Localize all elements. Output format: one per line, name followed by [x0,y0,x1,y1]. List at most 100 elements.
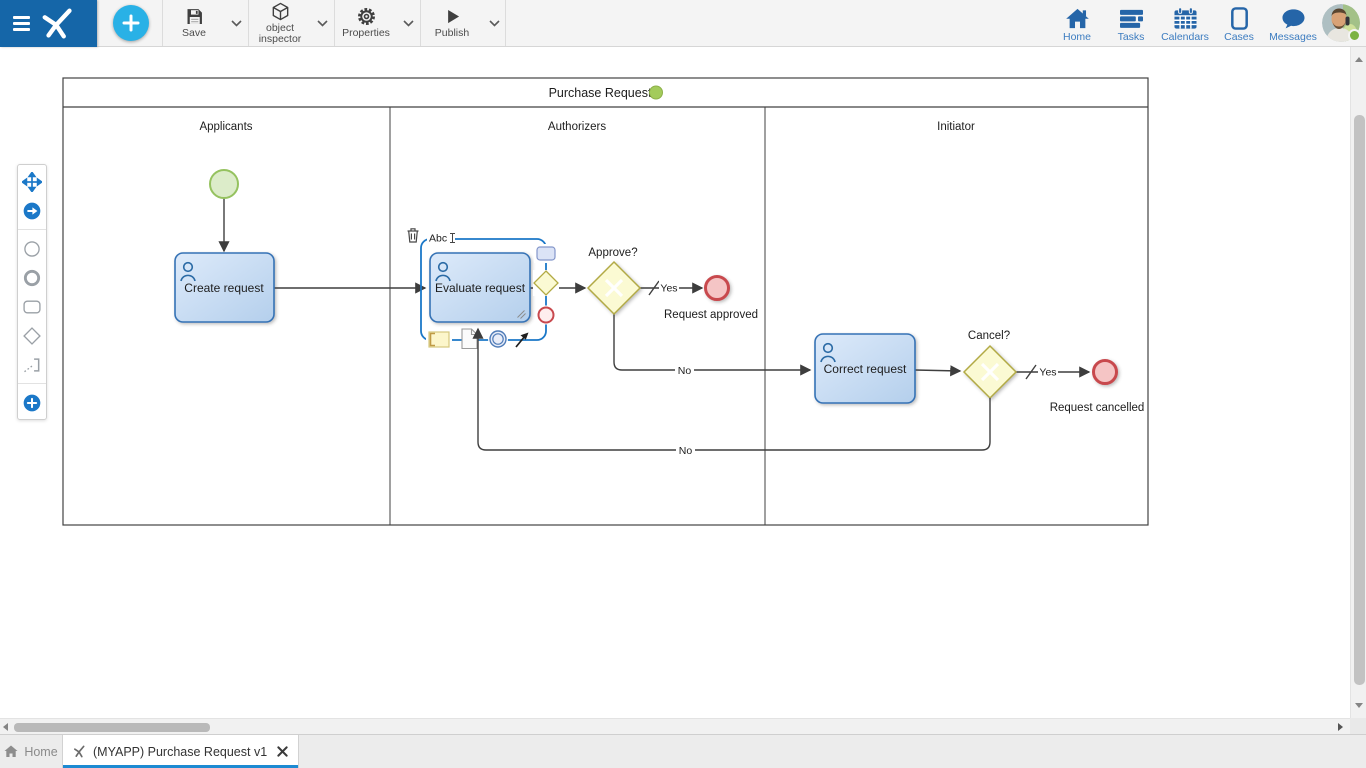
bottom-tab-bar: Home (MYAPP) Purchase Request v1 [0,734,1366,768]
task-label: Correct request [824,362,907,376]
horizontal-scrollbar[interactable] [0,718,1350,734]
end-event-label-approved: Request approved [664,309,758,321]
message-bubble-icon [1281,7,1306,30]
scroll-right-arrow-icon[interactable] [1338,723,1343,731]
close-tab-icon[interactable] [277,746,288,757]
nav-messages[interactable]: Messages [1266,0,1320,47]
plus-icon [121,13,141,33]
palette-sequence-flow-tool[interactable] [21,200,43,221]
chevron-down-icon [231,20,242,27]
nav-messages-label: Messages [1269,31,1317,43]
scroll-left-arrow-icon[interactable] [3,723,8,731]
object-inspector-button[interactable]: object inspector [249,0,311,46]
palette-annotation-tool[interactable] [21,354,43,375]
task-correct-request[interactable]: Correct request [815,334,915,403]
nav-home[interactable]: Home [1050,0,1104,47]
scroll-up-arrow-icon[interactable] [1355,57,1363,62]
task-label: Create request [184,281,264,295]
publish-button[interactable]: Publish [421,0,483,46]
palette-task-tool[interactable] [21,296,43,317]
save-button[interactable]: Save [163,0,225,46]
scrollbar-corner [1350,718,1366,734]
end-event-request-approved[interactable] [706,277,729,300]
lane-label-applicants: Applicants [199,121,252,133]
tab-home[interactable]: Home [0,735,62,768]
object-inspector-dropdown-caret[interactable] [311,0,333,46]
start-event[interactable] [210,170,238,198]
palette-end-event-tool[interactable] [21,267,43,288]
process-icon [73,745,86,758]
nav-cases[interactable]: Cases [1212,0,1266,47]
annotation-icon [22,355,42,375]
vertical-scroll-thumb[interactable] [1354,115,1365,685]
end-event-icon [22,268,42,288]
append-task-icon[interactable] [537,247,555,260]
save-group: Save [162,0,248,46]
gear-icon [356,6,377,27]
tab-purchase-request[interactable]: (MYAPP) Purchase Request v1 [62,735,299,768]
data-object-icon[interactable] [462,329,477,349]
nav-calendars[interactable]: Calendars [1158,0,1212,47]
append-end-event-icon[interactable] [539,308,554,323]
menu-icon[interactable] [13,16,30,31]
intermediate-event-icon[interactable] [490,331,506,347]
bpmn-palette [17,164,47,420]
palette-move-tool[interactable] [21,171,43,192]
bpmn-diagram[interactable]: Purchase Request Applicants Authorizers … [0,47,1350,718]
start-event-icon [22,239,42,259]
properties-dropdown-caret[interactable] [397,0,419,46]
gateway-label-cancel: Cancel? [968,330,1010,342]
object-inspector-group: object inspector [248,0,334,46]
task-create-request[interactable]: Create request [175,253,274,322]
app-logo-icon[interactable] [40,5,78,43]
label-approve-no: No [678,365,692,377]
properties-button[interactable]: Properties [335,0,397,46]
publish-label: Publish [435,28,469,39]
gateway-label-approve: Approve? [588,247,637,259]
home-icon [4,745,18,758]
publish-dropdown-caret[interactable] [483,0,505,46]
save-icon [184,6,205,27]
user-avatar[interactable] [1322,4,1360,42]
cases-icon [1228,7,1251,30]
brand-block [0,0,97,47]
scroll-down-arrow-icon[interactable] [1355,703,1363,708]
pool-status-dot [650,86,663,99]
tab-active-label: (MYAPP) Purchase Request v1 [93,745,267,759]
palette-add-tool[interactable] [21,392,43,413]
label-approve-yes: Yes [660,283,677,295]
diagram-canvas[interactable]: Purchase Request Applicants Authorizers … [0,47,1350,718]
nav-home-label: Home [1063,31,1091,43]
nav-tasks[interactable]: Tasks [1104,0,1158,47]
object-inspector-label: object inspector [250,23,310,45]
top-navigation: Home Tasks Calendars [1050,0,1320,47]
task-label: Evaluate request [435,281,526,295]
palette-start-event-tool[interactable] [21,238,43,259]
palette-gateway-tool[interactable] [21,325,43,346]
lane-label-initiator: Initiator [937,121,975,133]
end-event-request-cancelled[interactable] [1094,361,1117,384]
task-icon [22,297,42,317]
chevron-down-icon [403,20,414,27]
palette-separator [18,229,46,230]
flow-correct-to-cancel[interactable] [915,370,960,371]
properties-group: Properties [334,0,420,46]
publish-group: Publish [420,0,506,46]
palette-separator [18,383,46,384]
save-label: Save [182,28,206,39]
add-button[interactable] [113,5,149,41]
properties-label: Properties [342,28,390,39]
horizontal-scroll-thumb[interactable] [14,723,210,732]
vertical-scrollbar[interactable] [1350,47,1366,718]
chevron-down-icon [317,20,328,27]
move-icon [22,172,42,192]
save-dropdown-caret[interactable] [225,0,247,46]
plus-circle-icon [22,393,42,413]
nav-cases-label: Cases [1224,31,1254,43]
pool-title: Purchase Request [549,86,652,100]
rename-hint[interactable]: Abc [429,233,447,245]
chevron-down-icon [489,20,500,27]
task-evaluate-request[interactable]: Evaluate request [430,253,530,322]
nav-tasks-label: Tasks [1118,31,1145,43]
toolbar-actions: Save object inspector [162,0,506,46]
